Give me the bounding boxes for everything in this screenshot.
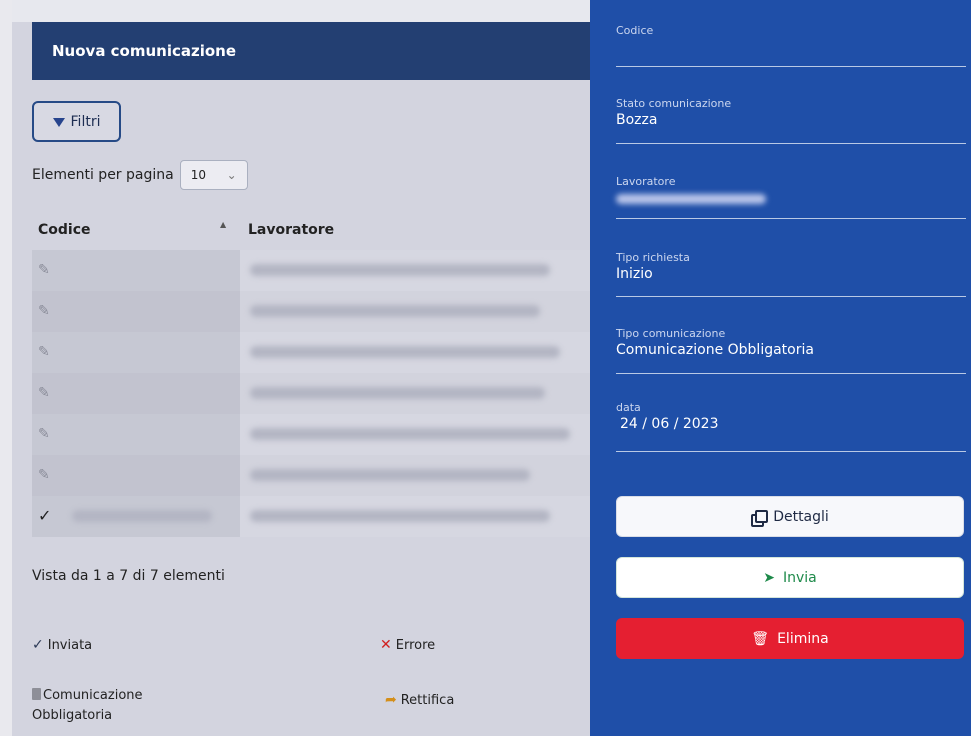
- page-title: Nuova comunicazione: [52, 42, 237, 60]
- field-tipo-comunicazione: Tipo comunicazione Comunicazione Obbliga…: [616, 327, 961, 358]
- cell-lavoratore: [240, 332, 590, 373]
- table-row[interactable]: ✎: [32, 455, 590, 496]
- field-stato: Stato comunicazione Bozza: [616, 97, 961, 128]
- field-lavoratore: Lavoratore: [616, 175, 961, 208]
- legend-label: Inviata: [47, 637, 93, 653]
- table-row[interactable]: ✓: [32, 496, 590, 537]
- field-value-redacted: [616, 188, 961, 208]
- field-tipo-richiesta: Tipo richiesta Inizio: [616, 251, 961, 282]
- document-icon: [32, 688, 41, 700]
- chevron-down-icon: ⌄: [226, 168, 237, 182]
- pencil-icon[interactable]: ✎: [38, 344, 50, 360]
- divider: [616, 66, 966, 67]
- table-row[interactable]: ✎: [32, 373, 590, 414]
- cell-lavoratore: [240, 250, 590, 291]
- sort-icon[interactable]: ▲: [220, 220, 226, 229]
- check-icon: ✓: [38, 506, 52, 525]
- field-value: 24 / 06 / 2023: [620, 416, 719, 432]
- per-page-select[interactable]: 10 ⌄: [179, 160, 248, 190]
- field-codice: Codice: [616, 24, 961, 39]
- table-row[interactable]: ✎: [32, 414, 590, 455]
- funnel-icon: [52, 118, 65, 127]
- field-label: data: [616, 401, 641, 414]
- table-row[interactable]: ✎: [32, 332, 590, 373]
- legend-comunicazione: Comunicazione Obbligatoria: [32, 686, 202, 726]
- legend-inviata: ✓ Inviata: [32, 637, 92, 653]
- filter-button[interactable]: Filtri: [32, 101, 121, 142]
- column-header-codice[interactable]: Codice: [38, 222, 91, 238]
- cell-lavoratore: [240, 373, 590, 414]
- divider: [616, 373, 966, 374]
- list-panel: Nuova comunicazione Filtri Elementi per …: [0, 0, 590, 736]
- cell-codice: ✎: [32, 414, 240, 455]
- table-header: Codice ▲ Lavoratore: [32, 214, 590, 250]
- send-button[interactable]: ➤ Invia: [616, 557, 964, 598]
- per-page-label: Elementi per pagina: [32, 167, 174, 183]
- delete-label: Elimina: [777, 630, 829, 647]
- send-icon: ➤: [763, 569, 775, 586]
- per-page-control: Elementi per pagina 10 ⌄: [32, 160, 248, 190]
- detail-panel: Codice Stato comunicazione Bozza Lavorat…: [590, 0, 971, 736]
- cell-lavoratore: [240, 291, 590, 332]
- cell-codice: ✎: [32, 455, 240, 496]
- column-header-lavoratore[interactable]: Lavoratore: [248, 222, 334, 238]
- legend-errore: ✕ Errore: [380, 637, 435, 653]
- field-value: Comunicazione Obbligatoria: [616, 342, 814, 358]
- per-page-value: 10: [190, 168, 206, 182]
- legend-label: Comunicazione Obbligatoria: [32, 688, 143, 723]
- cell-lavoratore: [240, 455, 590, 496]
- field-value: Bozza: [616, 112, 658, 128]
- pencil-icon[interactable]: ✎: [38, 385, 50, 401]
- cell-lavoratore: [240, 496, 590, 537]
- legend-label: Rettifica: [400, 692, 455, 708]
- legend-label: Errore: [395, 637, 436, 653]
- field-label: Tipo comunicazione: [616, 327, 726, 340]
- cell-codice: ✎: [32, 250, 240, 291]
- copy-icon: [751, 509, 769, 527]
- delete-button[interactable]: 🗑 Elimina: [616, 618, 964, 659]
- top-strip: [0, 0, 590, 22]
- field-label: Codice: [616, 24, 654, 37]
- divider: [616, 218, 966, 219]
- page-header: Nuova comunicazione: [32, 22, 590, 80]
- filter-label: Filtri: [70, 113, 101, 130]
- legend-rettifica: ➦ Rettifica: [385, 692, 454, 708]
- field-label: Tipo richiesta: [616, 251, 690, 264]
- details-label: Dettagli: [773, 508, 829, 525]
- send-label: Invia: [782, 569, 817, 586]
- pencil-icon[interactable]: ✎: [38, 467, 50, 483]
- divider: [616, 296, 966, 297]
- divider: [616, 451, 966, 452]
- table-row[interactable]: ✎: [32, 250, 590, 291]
- cell-lavoratore: [240, 414, 590, 455]
- pencil-icon[interactable]: ✎: [38, 303, 50, 319]
- field-value: Inizio: [616, 266, 653, 282]
- pagination-info: Vista da 1 a 7 di 7 elementi: [32, 568, 225, 584]
- cell-codice: ✎: [32, 291, 240, 332]
- pencil-icon[interactable]: ✎: [38, 262, 50, 278]
- cell-codice: ✎: [32, 373, 240, 414]
- close-icon: ✕: [380, 637, 392, 653]
- cell-codice: ✎: [32, 332, 240, 373]
- field-label: Stato comunicazione: [616, 97, 732, 110]
- trash-icon: 🗑: [751, 630, 770, 647]
- field-data: data 24 / 06 / 2023: [616, 401, 961, 432]
- field-label: Lavoratore: [616, 175, 676, 188]
- check-icon: ✓: [32, 637, 44, 653]
- share-arrow-icon: ➦: [385, 692, 397, 708]
- details-button[interactable]: Dettagli: [616, 496, 964, 537]
- pencil-icon[interactable]: ✎: [38, 426, 50, 442]
- left-edge: [0, 0, 12, 736]
- table-body: ✎ ✎ ✎ ✎ ✎ ✎ ✓: [32, 250, 590, 537]
- divider: [616, 143, 966, 144]
- cell-codice: ✓: [32, 496, 240, 537]
- table-row[interactable]: ✎: [32, 291, 590, 332]
